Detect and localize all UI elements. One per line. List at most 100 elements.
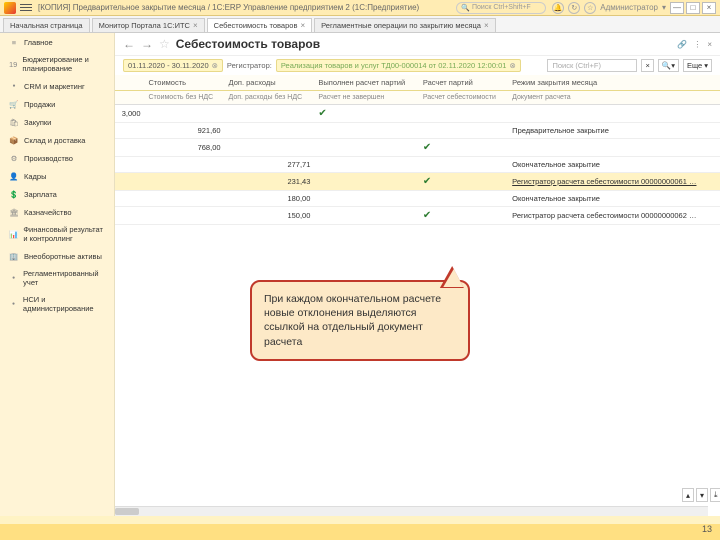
sidebar-item[interactable]: 🏛Казначейство [0, 203, 114, 221]
h-scroll-thumb[interactable] [115, 508, 139, 515]
user-label[interactable]: Администратор [600, 3, 658, 12]
tab[interactable]: Регламентные операции по закрытию месяца… [314, 18, 496, 32]
sidebar-item[interactable]: 🛍Закупки [0, 113, 114, 131]
registrator-chip[interactable]: Реализация товаров и услуг ТД00-000014 о… [276, 59, 521, 72]
kebab-icon[interactable]: ⋮ [693, 40, 701, 49]
sidebar-icon: ≡ [9, 37, 19, 47]
history-icon[interactable]: ↻ [568, 2, 580, 14]
period-filter-chip[interactable]: 01.11.2020 - 30.11.2020 ⊗ [123, 59, 223, 72]
close-button[interactable]: × [702, 2, 716, 14]
column-subheader[interactable]: Расчет не завершен [314, 91, 418, 105]
tab-close-icon[interactable]: × [300, 21, 305, 30]
cell[interactable]: Регистратор расчета себестоимости 000000… [508, 173, 720, 191]
column-header[interactable]: Выполнен расчет партий [314, 75, 418, 91]
clear-search-button[interactable]: × [641, 59, 653, 72]
minimize-button[interactable]: — [670, 2, 684, 14]
table-row[interactable]: 3,000✔ [115, 105, 720, 123]
sidebar-item[interactable]: 📊Финансовый результат и контроллинг [0, 221, 114, 247]
sidebar-item[interactable]: ⚙Производство [0, 149, 114, 167]
column-header[interactable] [115, 75, 145, 91]
column-header[interactable]: Режим закрытия месяца [508, 75, 720, 91]
star-icon[interactable]: ☆ [584, 2, 596, 14]
footer-band-dark [0, 524, 720, 540]
cell: 180,00 [225, 191, 315, 207]
global-search-input[interactable]: Поиск Ctrl+Shift+F [456, 2, 546, 14]
sidebar-item[interactable]: Регламентированный учет [0, 265, 114, 291]
nav-up-button[interactable]: ▴ [682, 488, 694, 502]
cell [314, 123, 418, 139]
tab[interactable]: Себестоимость товаров× [207, 18, 312, 32]
table-row[interactable]: 180,00 Окончательное закрытие [115, 191, 720, 207]
hamburger-icon[interactable] [20, 2, 32, 14]
sidebar-icon: 📦 [9, 135, 19, 145]
cell: 277,71 [225, 157, 315, 173]
sidebar-item[interactable]: CRM и маркетинг [0, 77, 114, 95]
forward-arrow-icon[interactable]: → [141, 37, 153, 51]
nav-down-button[interactable]: ▾ [696, 488, 708, 502]
column-header[interactable]: Расчет партий [419, 75, 508, 91]
filter-button[interactable]: 🔍▾ [658, 59, 679, 72]
cell: 150,00 [225, 207, 315, 225]
column-subheader[interactable]: Документ расчета [508, 91, 720, 105]
sidebar-item[interactable]: 📦Склад и доставка [0, 131, 114, 149]
sidebar-item-label: Кадры [24, 172, 46, 181]
tab[interactable]: Монитор Портала 1С:ИТС× [92, 18, 205, 32]
sidebar-icon [9, 299, 18, 309]
column-header[interactable]: Стоимость [145, 75, 225, 91]
maximize-button[interactable]: □ [686, 2, 700, 14]
more-button[interactable]: Еще▾ [683, 59, 712, 72]
sidebar-icon: 🛍 [9, 117, 19, 127]
tab-close-icon[interactable]: × [484, 21, 489, 30]
bell-icon[interactable]: 🔔 [552, 2, 564, 14]
cell [419, 191, 508, 207]
column-header[interactable]: Доп. расходы [225, 75, 315, 91]
sidebar-item[interactable]: 🏢Внеоборотные активы [0, 247, 114, 265]
cell [225, 139, 315, 157]
link-icon[interactable]: 🔗 [677, 40, 687, 49]
page-close-icon[interactable]: × [707, 40, 712, 49]
sidebar-item[interactable]: 🛒Продажи [0, 95, 114, 113]
sidebar-item[interactable]: НСИ и администрирование [0, 291, 114, 317]
cell: ✔ [419, 207, 508, 225]
nav-end-button[interactable]: ⤓ [710, 488, 720, 502]
sidebar-item-label: Внеоборотные активы [24, 252, 102, 261]
table-row[interactable]: 231,43✔Регистратор расчета себестоимости… [115, 173, 720, 191]
sidebar-item-label: НСИ и администрирование [23, 295, 108, 313]
back-arrow-icon[interactable]: ← [123, 37, 135, 51]
sidebar-icon: 🏛 [9, 207, 19, 217]
cell [115, 191, 145, 207]
table-row[interactable]: 150,00✔Регистратор расчета себестоимости… [115, 207, 720, 225]
cell [115, 139, 145, 157]
table-row[interactable]: 921,60Предварительное закрытие [115, 123, 720, 139]
table-row[interactable]: 768,00✔ [115, 139, 720, 157]
user-chevron-icon[interactable]: ▾ [662, 3, 666, 12]
page-title: Себестоимость товаров [176, 37, 672, 51]
cell [145, 191, 225, 207]
tab[interactable]: Начальная страница [3, 18, 90, 32]
clear-registrator-icon[interactable]: ⊗ [509, 61, 515, 70]
favorite-star-icon[interactable]: ☆ [159, 37, 170, 51]
column-subheader[interactable] [115, 91, 145, 105]
cell [145, 105, 225, 123]
grid-search-input[interactable]: Поиск (Ctrl+F) [547, 59, 637, 72]
column-subheader[interactable]: Расчет себестоимости [419, 91, 508, 105]
cell [225, 105, 315, 123]
cell: 921,60 [145, 123, 225, 139]
tab-label: Себестоимость товаров [214, 21, 298, 30]
sidebar-item[interactable]: 19Бюджетирование и планирование [0, 51, 114, 77]
h-scrollbar[interactable] [115, 506, 708, 516]
sidebar-item[interactable]: 💲Зарплата [0, 185, 114, 203]
cell: Окончательное закрытие [508, 191, 720, 207]
clear-period-icon[interactable]: ⊗ [212, 61, 218, 70]
check-icon: ✔ [423, 176, 431, 187]
column-subheader[interactable]: Стоимость без НДС [145, 91, 225, 105]
sidebar-icon: 📊 [9, 229, 18, 239]
sidebar-item[interactable]: ≡Главное [0, 33, 114, 51]
tab-close-icon[interactable]: × [193, 21, 198, 30]
check-icon: ✔ [423, 142, 431, 153]
check-icon: ✔ [423, 210, 431, 221]
table-row[interactable]: 277,71Окончательное закрытие [115, 157, 720, 173]
window-title: [КОПИЯ] Предварительное закрытие месяца … [38, 3, 452, 12]
sidebar-item[interactable]: 👤Кадры [0, 167, 114, 185]
column-subheader[interactable]: Доп. расходы без НДС [225, 91, 315, 105]
